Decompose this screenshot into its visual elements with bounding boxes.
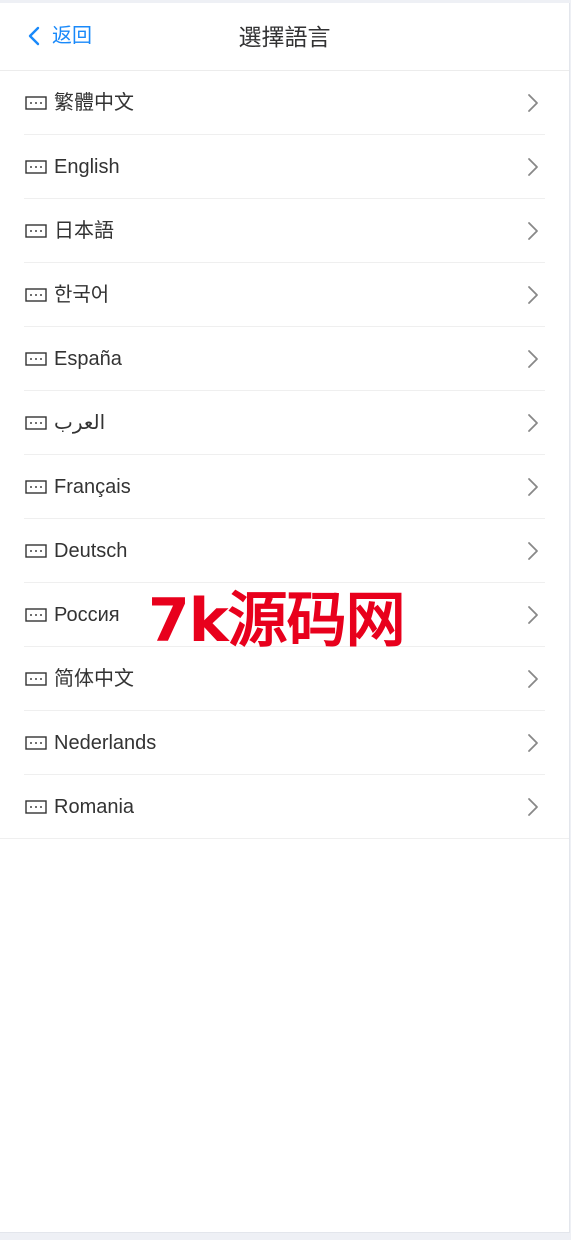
- chevron-right-icon: [528, 670, 538, 688]
- language-item-traditional-chinese[interactable]: 繁體中文: [0, 71, 569, 135]
- chevron-right-icon: [528, 606, 538, 624]
- chevron-right-icon: [528, 158, 538, 176]
- chevron-right-icon: [528, 286, 538, 304]
- language-select-page: 返回 選擇語言 繁體中文 English 日本語 한국어 España العر…: [0, 3, 570, 1233]
- language-label: العرب: [54, 412, 106, 434]
- chevron-right-icon: [528, 414, 538, 432]
- chevron-right-icon: [528, 798, 538, 816]
- language-item-dutch[interactable]: Nederlands: [0, 711, 569, 775]
- language-item-korean[interactable]: 한국어: [0, 263, 569, 327]
- language-label: Romania: [54, 796, 135, 818]
- keyboard-icon: [25, 800, 47, 814]
- keyboard-icon: [25, 608, 47, 622]
- keyboard-icon: [25, 672, 47, 686]
- language-item-spanish[interactable]: España: [0, 327, 569, 391]
- language-label: Nederlands: [54, 732, 157, 754]
- keyboard-icon: [25, 224, 47, 238]
- chevron-left-icon: [28, 26, 40, 46]
- language-item-russian[interactable]: Россия: [0, 583, 569, 647]
- keyboard-icon: [25, 736, 47, 750]
- language-label: 繁體中文: [54, 92, 134, 114]
- keyboard-icon: [25, 96, 47, 110]
- keyboard-icon: [25, 160, 47, 174]
- chevron-right-icon: [528, 478, 538, 496]
- language-item-romanian[interactable]: Romania: [0, 775, 569, 839]
- chevron-right-icon: [528, 222, 538, 240]
- chevron-right-icon: [528, 94, 538, 112]
- chevron-right-icon: [528, 350, 538, 368]
- nav-bar: 返回 選擇語言: [0, 3, 569, 71]
- language-list: 繁體中文 English 日本語 한국어 España العرب França…: [0, 71, 569, 839]
- language-item-simplified-chinese[interactable]: 简体中文: [0, 647, 569, 711]
- chevron-right-icon: [528, 542, 538, 560]
- language-label: Français: [54, 476, 131, 498]
- language-label: Deutsch: [54, 540, 128, 562]
- language-item-english[interactable]: English: [0, 135, 569, 199]
- language-label: English: [54, 156, 120, 178]
- back-button[interactable]: 返回: [26, 22, 92, 50]
- keyboard-icon: [25, 416, 47, 430]
- language-item-french[interactable]: Français: [0, 455, 569, 519]
- language-item-arabic[interactable]: العرب: [0, 391, 569, 455]
- keyboard-icon: [25, 288, 47, 302]
- back-label: 返回: [52, 25, 92, 47]
- keyboard-icon: [25, 352, 47, 366]
- keyboard-icon: [25, 480, 47, 494]
- language-label: 简体中文: [54, 668, 134, 690]
- language-item-japanese[interactable]: 日本語: [0, 199, 569, 263]
- language-label: España: [54, 348, 122, 370]
- language-label: 日本語: [54, 220, 114, 242]
- language-item-german[interactable]: Deutsch: [0, 519, 569, 583]
- keyboard-icon: [25, 544, 47, 558]
- language-label: 한국어: [54, 284, 110, 306]
- chevron-right-icon: [528, 734, 538, 752]
- language-label: Россия: [54, 604, 120, 626]
